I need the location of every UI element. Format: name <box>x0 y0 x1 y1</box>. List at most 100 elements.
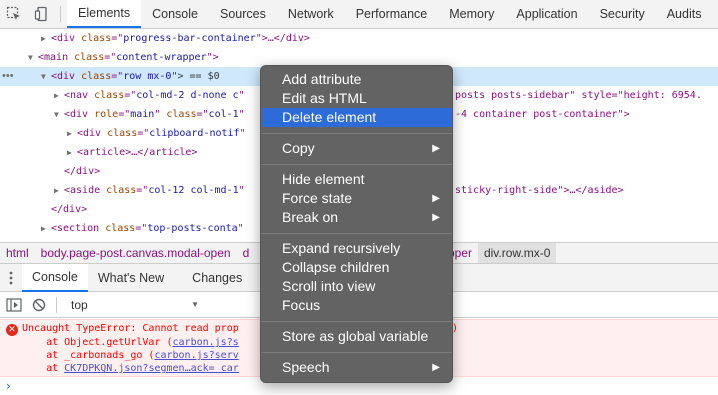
attr-name: class <box>107 128 138 139</box>
attr-equals: =" <box>196 109 209 120</box>
node-actions-icon[interactable]: ••• <box>2 67 14 86</box>
attr-name: class <box>74 52 105 63</box>
attr-equals: =" <box>118 109 131 120</box>
menu-item-speech[interactable]: Speech ▶ <box>261 358 452 377</box>
tab-performance[interactable]: Performance <box>345 0 439 28</box>
tab-memory[interactable]: Memory <box>438 0 505 28</box>
menu-separator <box>261 321 452 322</box>
clear-console-icon[interactable] <box>28 291 50 319</box>
breadcrumb-item[interactable]: body.page-post.canvas.modal-open <box>35 243 237 263</box>
node-overflow-text: sticky-right-side">…</aside> <box>455 185 624 196</box>
toolbar-divider <box>56 296 57 313</box>
collapsed-arrow-icon[interactable]: ▶ <box>67 124 77 143</box>
attr-value: content-wrapper <box>116 52 207 63</box>
menu-item-edit-as-html[interactable]: Edit as HTML <box>261 89 452 108</box>
menu-item-collapse-children[interactable]: Collapse children <box>261 258 452 277</box>
menu-item-label: Speech <box>282 359 330 375</box>
menu-item-label: Store as global variable <box>282 328 429 344</box>
collapsed-arrow-icon[interactable]: ▶ <box>67 143 77 162</box>
expanded-arrow-icon[interactable]: ▼ <box>41 67 51 86</box>
attr-name: role <box>94 109 119 120</box>
drawer-tab-console[interactable]: Console <box>22 263 88 292</box>
attr-value: main <box>130 109 155 120</box>
device-toolbar-icon[interactable] <box>28 0 56 28</box>
menu-item-label: Delete element <box>282 109 377 125</box>
drawer-tab-what-s-new[interactable]: What's New <box>88 264 174 292</box>
menu-item-force-state[interactable]: Force state ▶ <box>261 189 452 208</box>
menu-separator <box>261 233 452 234</box>
drawer-menu-icon[interactable] <box>0 264 22 292</box>
menu-item-label: Copy <box>282 140 315 156</box>
collapsed-arrow-icon[interactable]: ▶ <box>41 219 51 238</box>
attr-quote: " <box>238 185 245 196</box>
stack-frame-text: at _carbonads_go ( <box>22 350 155 361</box>
show-sidebar-icon[interactable] <box>0 291 28 319</box>
menu-item-break-on[interactable]: Break on ▶ <box>261 208 452 227</box>
tab-sources[interactable]: Sources <box>209 0 277 28</box>
attr-name: class <box>106 185 137 196</box>
tab-security[interactable]: Security <box>589 0 656 28</box>
context-selector[interactable]: top ▼ <box>65 295 205 315</box>
breadcrumb-item[interactable]: d <box>237 243 256 263</box>
stack-frame: at Object.getUrlVar (carbon.js?s <box>22 336 239 350</box>
node-tag: </div> <box>64 166 101 177</box>
stack-frame-link[interactable]: carbon.js?s <box>173 337 239 348</box>
menu-item-label: Break on <box>282 209 339 225</box>
menu-item-label: Force state <box>282 190 353 206</box>
menu-item-label: Edit as HTML <box>282 90 367 106</box>
chevron-down-icon: ▼ <box>191 300 199 309</box>
tab-network[interactable]: Network <box>277 0 345 28</box>
attr-quote: " <box>238 90 245 101</box>
stack-frame-link[interactable]: CK7DPKQN.json?segmen…ack= car <box>64 363 239 374</box>
attr-equals: =" <box>124 90 137 101</box>
node-overflow-text: posts posts-sidebar" style="height: 6954… <box>455 90 702 101</box>
menu-separator <box>261 133 452 134</box>
menu-item-focus[interactable]: Focus <box>261 296 452 315</box>
tree-node[interactable]: ▶ <div class="progress-bar-container">…</… <box>0 29 718 48</box>
expanded-arrow-icon[interactable]: ▼ <box>28 48 38 67</box>
menu-item-copy[interactable]: Copy ▶ <box>261 139 452 158</box>
menu-item-expand-recursively[interactable]: Expand recursively <box>261 239 452 258</box>
menu-item-label: Scroll into view <box>282 278 376 294</box>
menu-item-label: Add attribute <box>282 71 362 87</box>
menu-item-label: Hide element <box>282 171 365 187</box>
devtools-tab-bar: Elements Console Sources Network Performance… <box>0 0 718 29</box>
context-menu: Add attribute Edit as HTML Delete element C… <box>260 65 453 383</box>
attr-value: top-posts-conta <box>147 223 238 234</box>
attr-name: class <box>166 109 197 120</box>
attr-name: class <box>94 90 125 101</box>
drawer-tab-changes[interactable]: Changes <box>182 264 252 292</box>
attr-value: row mx-0 <box>123 71 172 82</box>
breadcrumb-item[interactable]: div.row.mx-0 <box>477 243 557 263</box>
node-tag: <section <box>51 223 106 234</box>
collapsed-arrow-icon[interactable]: ▶ <box>41 29 51 48</box>
attr-equals: =" <box>111 33 124 44</box>
tab-application[interactable]: Application <box>505 0 588 28</box>
stack-frame-link[interactable]: carbon.js?serv <box>154 350 238 361</box>
attr-name: class <box>81 71 112 82</box>
menu-separator <box>261 164 452 165</box>
attr-quote: " <box>154 109 167 120</box>
menu-item-label: Collapse children <box>282 259 390 275</box>
node-tag: <div <box>64 109 95 120</box>
menu-item-scroll-into-view[interactable]: Scroll into view <box>261 277 452 296</box>
node-tag: </div> <box>51 204 88 215</box>
menu-item-add-attribute[interactable]: Add attribute <box>261 70 452 89</box>
menu-item-label: Focus <box>282 297 321 313</box>
tab-console[interactable]: Console <box>141 0 209 28</box>
expanded-arrow-icon[interactable]: ▼ <box>54 105 64 124</box>
menu-item-label: Expand recursively <box>282 240 401 256</box>
collapsed-arrow-icon[interactable]: ▶ <box>54 86 64 105</box>
menu-item-hide-element[interactable]: Hide element <box>261 170 452 189</box>
error-text: Uncaught TypeError: Cannot read prop) <box>22 323 459 334</box>
breadcrumb-item[interactable]: html <box>0 243 35 263</box>
tab-elements[interactable]: Elements <box>67 0 142 28</box>
tab-audits[interactable]: Audits <box>656 0 713 28</box>
console-prompt-icon[interactable]: › <box>6 379 11 393</box>
attr-value: clipboard-notif <box>149 128 240 139</box>
attr-equals: =" <box>136 185 149 196</box>
menu-item-delete-element[interactable]: Delete element <box>261 108 452 127</box>
collapsed-arrow-icon[interactable]: ▶ <box>54 181 64 200</box>
menu-item-store-as-global-variable[interactable]: Store as global variable <box>261 327 452 346</box>
inspect-element-icon[interactable] <box>0 0 28 28</box>
